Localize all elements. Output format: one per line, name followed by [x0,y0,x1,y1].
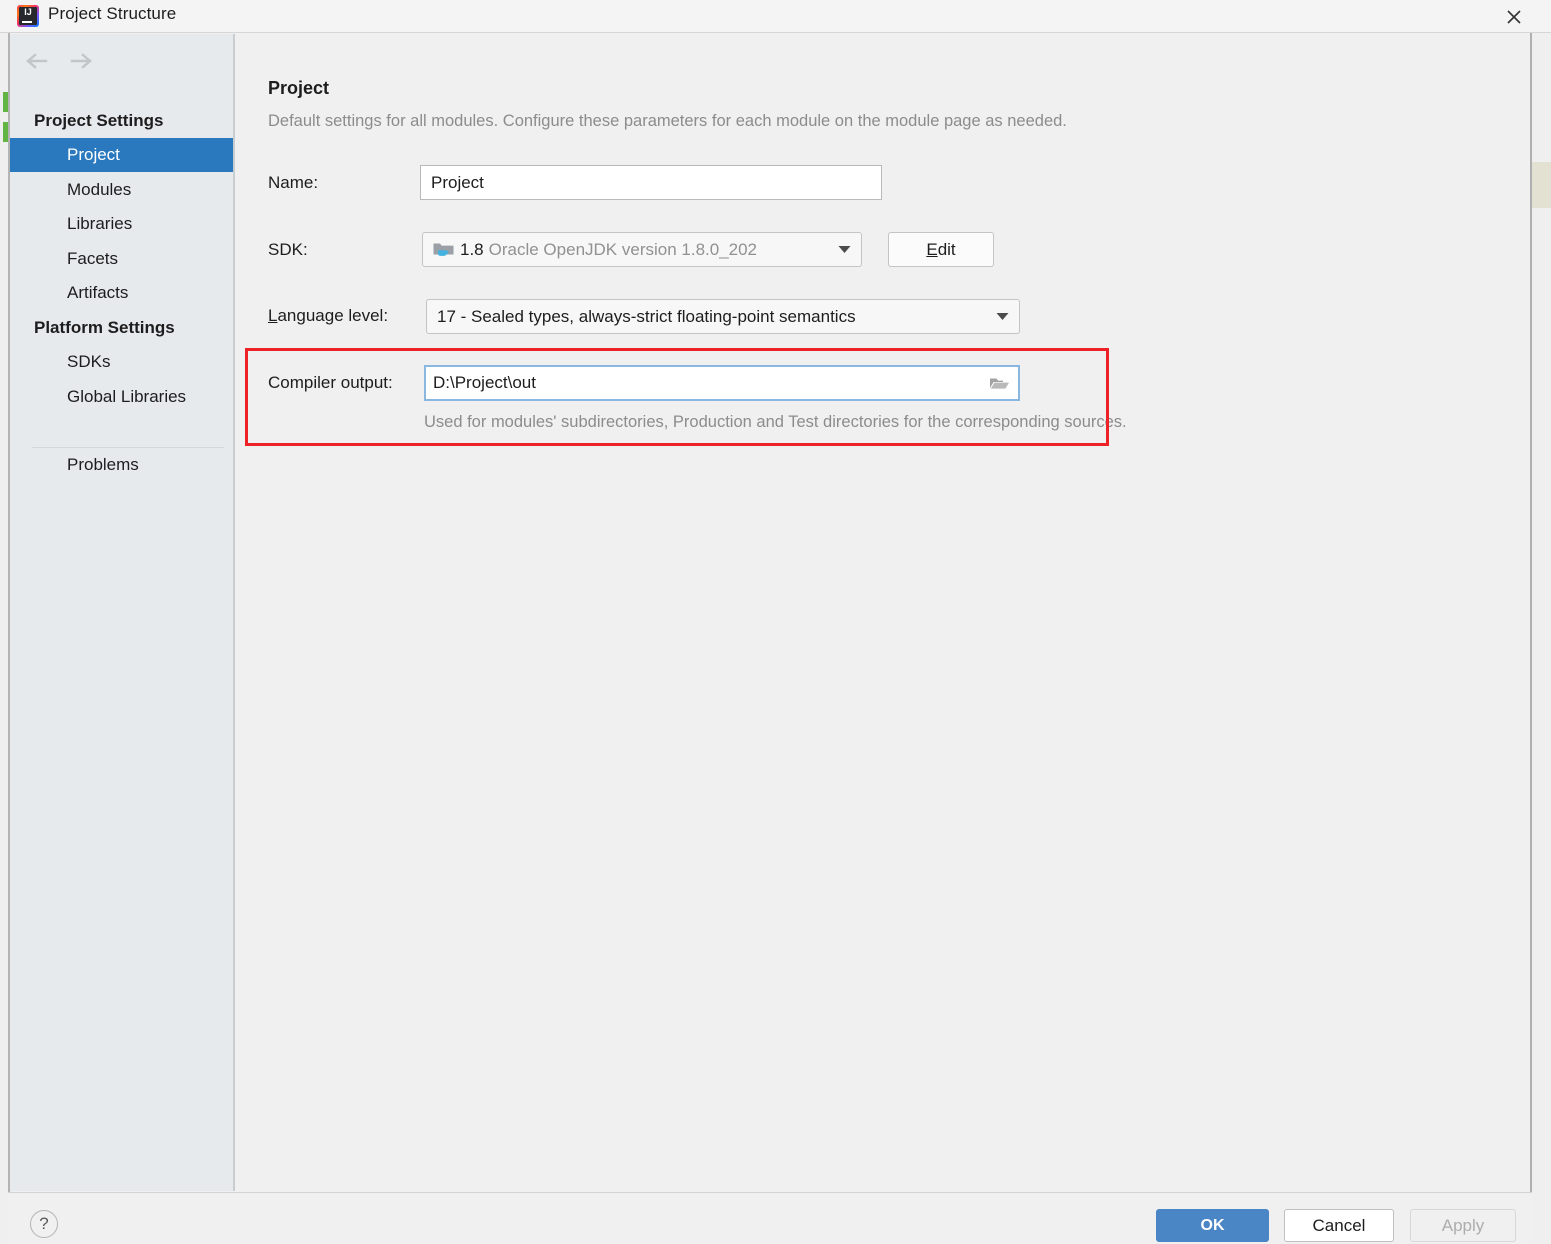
window-right-edge [1532,33,1551,1244]
settings-sidebar: Project Settings Project Modules Librari… [10,34,235,1191]
sidebar-item-label: Facets [67,249,119,268]
sidebar-group-platform-settings: Platform Settings [34,318,175,337]
sidebar-item-sdks[interactable]: SDKs [10,345,233,379]
sidebar-marker-2 [3,122,8,142]
cancel-button[interactable]: Cancel [1284,1209,1394,1242]
sidebar-item-label: Global Libraries [67,387,187,406]
sidebar-group-project-settings: Project Settings [34,111,164,130]
compiler-output-label: Compiler output: [268,373,393,392]
page-title: Project [268,78,330,98]
sidebar-item-label: Problems [67,455,139,474]
sidebar-item-label: Modules [67,180,132,199]
language-level-value: 17 - Sealed types, always-strict floatin… [437,306,856,326]
sidebar-item-global-libraries[interactable]: Global Libraries [10,380,233,414]
name-input-value: Project [431,172,484,192]
project-structure-dialog: IJ Project Structure Project Settings Pr… [0,0,1551,1244]
question-mark-icon[interactable]: ? [30,1210,58,1238]
frame-right-border [1530,33,1532,1192]
sidebar-item-project[interactable]: Project [10,138,233,172]
right-edge-marker [1532,162,1551,208]
sidebar-marker-1 [3,92,8,112]
sidebar-item-label: Artifacts [67,283,129,302]
sidebar-item-libraries[interactable]: Libraries [10,207,233,241]
sdk-label: SDK: [268,240,308,259]
sidebar-item-problems[interactable]: Problems [10,448,233,482]
project-settings-panel: Project Default settings for all modules… [237,34,1530,1191]
cancel-label: Cancel [1312,1215,1366,1235]
navigation-arrows [24,48,94,74]
help-label: ? [39,1214,49,1233]
window-left-edge [0,33,8,1244]
ok-button[interactable]: OK [1156,1209,1269,1242]
sidebar-item-label: Project [67,145,120,164]
sidebar-item-label: Libraries [67,214,133,233]
chevron-down-icon[interactable] [985,312,1019,321]
arrow-right-icon[interactable] [68,48,94,74]
sdk-combobox[interactable]: 1.8 Oracle OpenJDK version 1.8.0_202 [422,232,862,267]
name-input[interactable]: Project [420,165,882,200]
intellij-idea-icon: IJ [17,5,39,27]
sdk-version: 1.8 [460,239,484,259]
sdk-detail: Oracle OpenJDK version 1.8.0_202 [488,239,758,259]
jdk-folder-icon [433,241,454,258]
sidebar-item-label: SDKs [67,352,111,371]
apply-button[interactable]: Apply [1410,1209,1516,1242]
compiler-output-value: D:\Project\out [433,373,536,392]
sidebar-item-modules[interactable]: Modules [10,173,233,207]
sidebar-item-facets[interactable]: Facets [10,242,233,276]
sidebar-item-artifacts[interactable]: Artifacts [10,276,233,310]
page-description: Default settings for all modules. Config… [268,112,1067,130]
name-label: Name: [268,173,319,192]
arrow-left-icon[interactable] [24,48,50,74]
language-level-label: Language level: [268,306,389,325]
window-title: Project Structure [48,4,177,23]
language-level-combobox[interactable]: 17 - Sealed types, always-strict floatin… [426,299,1020,334]
title-bar: IJ Project Structure [0,0,1551,33]
apply-label: Apply [1441,1215,1485,1235]
edit-sdk-button[interactable]: Edit [888,232,994,267]
chevron-down-icon[interactable] [827,245,861,254]
close-icon[interactable] [1499,2,1529,32]
compiler-output-input[interactable]: D:\Project\out [424,365,1020,401]
compiler-output-hint: Used for modules' subdirectories, Produc… [424,413,1127,431]
ok-label: OK [1200,1216,1225,1234]
folder-open-icon[interactable] [980,375,1018,391]
